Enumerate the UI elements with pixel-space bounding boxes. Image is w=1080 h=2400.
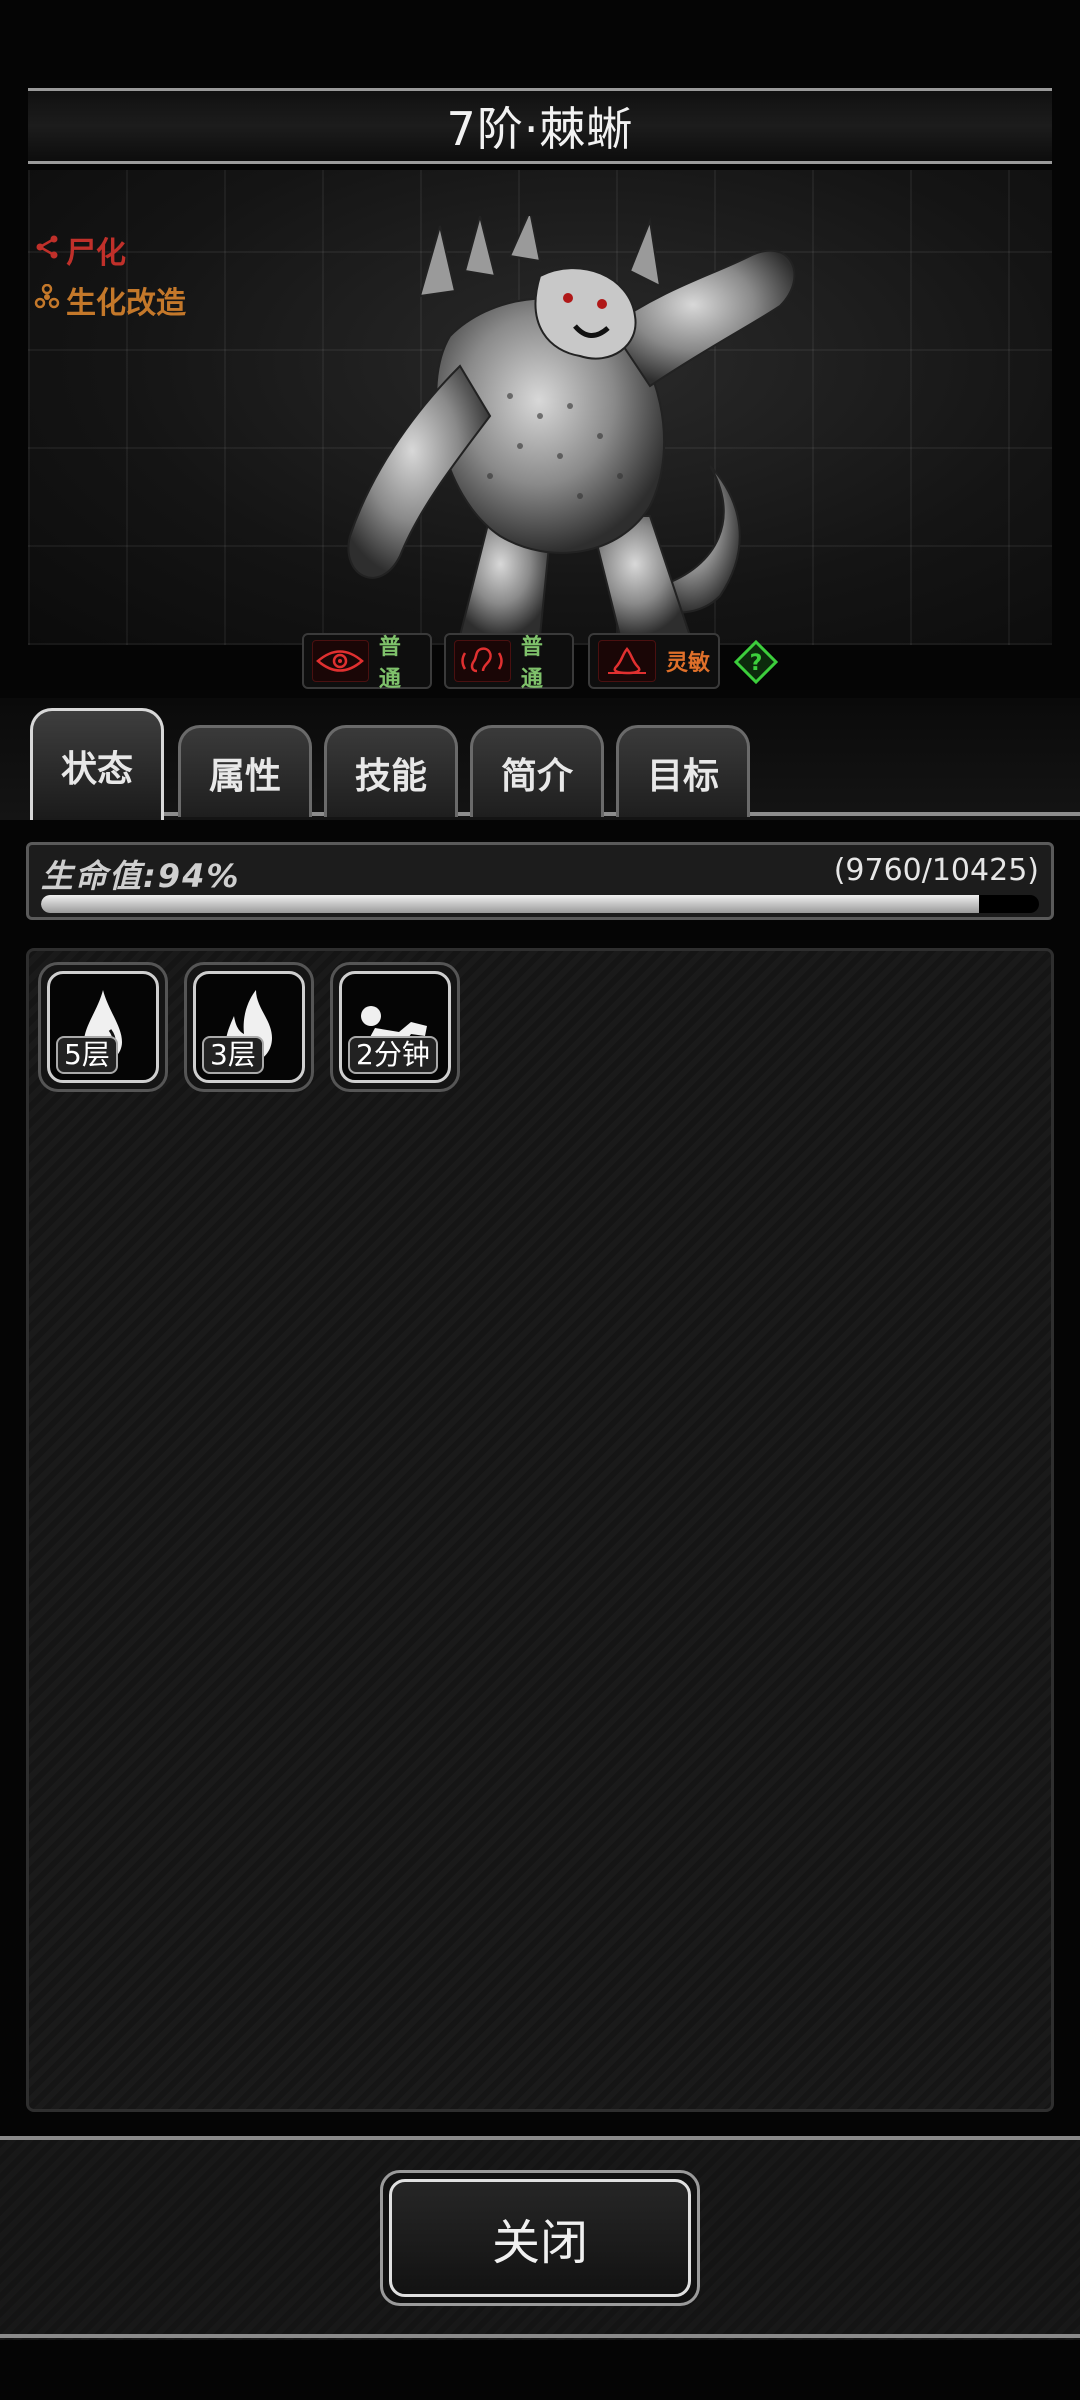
question-icon[interactable]: ?: [733, 639, 779, 685]
status-badge: 2分钟: [348, 1036, 438, 1074]
hp-panel: 生命值:94% (9760/10425): [26, 842, 1054, 920]
tab-status[interactable]: 状态: [30, 708, 164, 820]
footer-divider: [0, 2334, 1080, 2338]
status-effect-bleed[interactable]: 5层: [38, 962, 168, 1092]
tab-skills[interactable]: 技能: [324, 725, 458, 817]
sense-label: 普通: [378, 635, 401, 692]
sense-label: 灵敏: [665, 651, 710, 676]
ear-icon: [454, 640, 511, 682]
share-icon: [34, 234, 60, 267]
tab-attributes[interactable]: 属性: [178, 725, 312, 817]
hp-label: 生命值:94%: [41, 857, 241, 895]
sense-hearing[interactable]: 普通: [444, 633, 574, 692]
monster-image: [347, 216, 796, 637]
svg-text:?: ?: [750, 651, 763, 676]
hp-value: (9760/10425): [833, 853, 1039, 888]
status-effects-panel: [26, 948, 1054, 2112]
tab-target[interactable]: 目标: [616, 725, 750, 817]
tag-bio-modified: 生化改造: [34, 278, 186, 322]
hp-bar-fill: [41, 895, 980, 913]
biohazard-icon: [34, 283, 60, 317]
close-button[interactable]: 关闭: [380, 2170, 700, 2306]
smell-icon: [598, 640, 656, 682]
monster-display: 尸化 生化改造: [28, 170, 1052, 645]
tab-intro[interactable]: 简介: [470, 725, 604, 817]
title-bar: 7阶·棘蜥: [28, 88, 1052, 164]
sense-sight[interactable]: 普通: [302, 633, 432, 692]
status-badge: 5层: [56, 1036, 118, 1074]
page-title: 7阶·棘蜥: [446, 102, 634, 156]
sense-smell[interactable]: 灵敏: [588, 633, 720, 689]
close-button-label: 关闭: [389, 2179, 691, 2297]
status-effect-sleep[interactable]: 2分钟: [330, 962, 460, 1092]
status-badge: 3层: [202, 1036, 264, 1074]
hp-bar: [41, 895, 1039, 913]
sense-label: 普通: [520, 635, 543, 692]
tag-corpse: 尸化: [34, 228, 126, 272]
tag-label: 尸化: [66, 236, 126, 271]
eye-icon: [312, 640, 369, 682]
tag-label: 生化改造: [66, 286, 186, 321]
status-effect-burn[interactable]: 3层: [184, 962, 314, 1092]
